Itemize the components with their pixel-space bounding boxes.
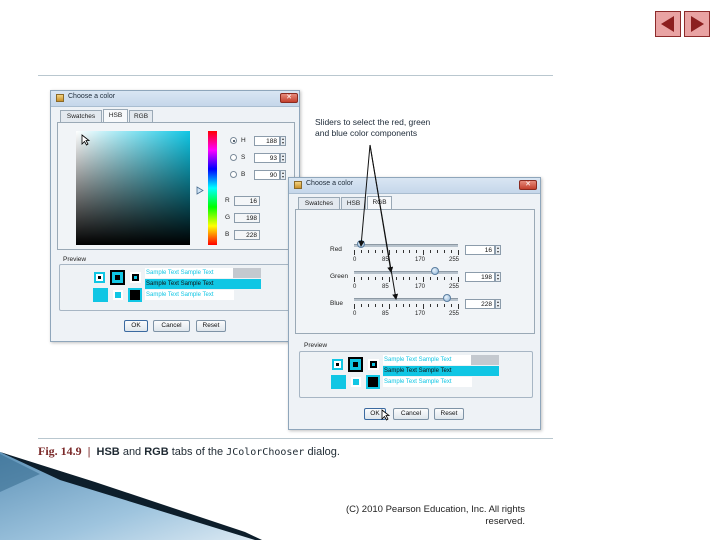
- arrow-to-red: [358, 144, 371, 247]
- copyright-notice: (C) 2010 Pearson Education, Inc. All rig…: [345, 504, 525, 527]
- decorative-swoosh: [0, 452, 262, 540]
- arrow-to-blue: [369, 144, 399, 300]
